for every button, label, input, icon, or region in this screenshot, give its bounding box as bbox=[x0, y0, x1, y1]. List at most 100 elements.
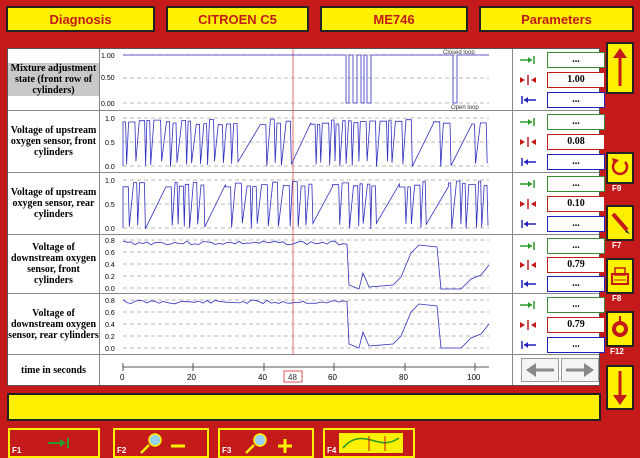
graph-downstream-front: 0.8 0.6 0.4 0.2 0.0 bbox=[101, 235, 511, 294]
y-tick: 1.0 bbox=[105, 178, 115, 185]
value-box-current[interactable]: 0.10 bbox=[547, 196, 605, 212]
f9-key-label: F9 bbox=[612, 184, 622, 193]
value-box-max[interactable]: ... bbox=[547, 176, 605, 192]
value-box-min[interactable]: ... bbox=[547, 92, 605, 108]
edit-button[interactable] bbox=[606, 205, 634, 241]
time-axis-label: time in seconds bbox=[8, 355, 100, 385]
go-to-start-icon[interactable] bbox=[519, 218, 537, 230]
row-label: Voltage of upstream oxygen sensor, front… bbox=[8, 111, 100, 172]
f4-key-label: F4 bbox=[327, 446, 337, 455]
zoom-in-button[interactable]: F3 bbox=[218, 428, 314, 458]
graph-row-upstream-rear: Voltage of upstream oxygen sensor, rear … bbox=[8, 173, 605, 235]
go-to-end-icon[interactable] bbox=[519, 54, 537, 66]
value-box-max[interactable]: ... bbox=[547, 52, 605, 68]
zoom-out-button[interactable]: F2 bbox=[113, 428, 209, 458]
compress-icon[interactable] bbox=[519, 259, 537, 271]
compress-icon[interactable] bbox=[519, 198, 537, 210]
y-tick: 0.0 bbox=[105, 346, 115, 353]
scroll-up-button[interactable] bbox=[606, 42, 634, 94]
graph-row-upstream-front: Voltage of upstream oxygen sensor, front… bbox=[8, 111, 605, 173]
graph-row-downstream-front: Voltage of downstream oxygen sensor, fro… bbox=[8, 235, 605, 294]
compress-icon[interactable] bbox=[519, 319, 537, 331]
graph-panel: Mixture adjustment state (front row of c… bbox=[7, 48, 605, 386]
vehicle-label: CITROEN C5 bbox=[198, 11, 277, 27]
go-to-end-icon[interactable] bbox=[519, 116, 537, 128]
value-box-min[interactable]: ... bbox=[547, 154, 605, 170]
y-tick: 0.4 bbox=[105, 262, 115, 269]
value-box-max[interactable]: ... bbox=[547, 297, 605, 313]
row-label: Voltage of downstream oxygen sensor, rea… bbox=[8, 294, 100, 354]
graph-view-button[interactable]: F4 bbox=[323, 428, 415, 458]
refresh-button[interactable] bbox=[606, 152, 634, 184]
f7-key-label: F7 bbox=[612, 241, 622, 250]
go-to-start-icon[interactable] bbox=[519, 278, 537, 290]
f1-button[interactable]: F1 bbox=[8, 428, 100, 458]
compress-icon[interactable] bbox=[519, 136, 537, 148]
refresh-icon bbox=[611, 158, 629, 176]
go-to-start-icon[interactable] bbox=[519, 339, 537, 351]
compress-icon[interactable] bbox=[519, 74, 537, 86]
scroll-controls bbox=[512, 355, 599, 385]
y-tick: 0.2 bbox=[105, 274, 115, 281]
y-tick: 0.2 bbox=[105, 334, 115, 341]
signal-trace bbox=[122, 240, 490, 290]
y-tick: 1.00 bbox=[101, 53, 115, 60]
parameters-button[interactable]: Parameters bbox=[479, 6, 634, 32]
value-box-current[interactable]: 0.79 bbox=[547, 317, 605, 333]
value-box-max[interactable]: ... bbox=[547, 114, 605, 130]
value-box-current[interactable]: 0.79 bbox=[547, 257, 605, 273]
value-box-current[interactable]: 1.00 bbox=[547, 72, 605, 88]
graph-row-mixture: Mixture adjustment state (front row of c… bbox=[8, 49, 605, 111]
cursor-time-value: 48 bbox=[288, 373, 297, 382]
arrow-left-icon bbox=[526, 363, 554, 377]
y-tick: 0.5 bbox=[105, 202, 115, 209]
y-tick: 0.0 bbox=[105, 164, 115, 171]
y-tick: 0.5 bbox=[105, 140, 115, 147]
value-box-min[interactable]: ... bbox=[547, 337, 605, 353]
signal-trace bbox=[123, 54, 489, 104]
y-tick: 0.0 bbox=[105, 226, 115, 233]
print-icon bbox=[611, 267, 629, 285]
print-button[interactable] bbox=[606, 258, 634, 294]
row-label: Voltage of downstream oxygen sensor, fro… bbox=[8, 235, 100, 293]
y-tick: 0.6 bbox=[105, 250, 115, 257]
go-to-end-icon[interactable] bbox=[519, 178, 537, 190]
vehicle-button[interactable]: CITROEN C5 bbox=[166, 6, 309, 32]
scroll-right-button[interactable] bbox=[561, 358, 599, 382]
graph-mixture: 1.00 0.50 0.00 Closed loop Open loop bbox=[101, 49, 511, 111]
f12-key-label: F12 bbox=[610, 347, 624, 356]
graph-upstream-rear: 1.0 0.5 0.0 bbox=[101, 173, 511, 235]
go-to-start-icon[interactable] bbox=[519, 156, 537, 168]
scroll-left-button[interactable] bbox=[521, 358, 559, 382]
x-tick: 20 bbox=[187, 373, 196, 382]
ecu-label: ME746 bbox=[373, 11, 415, 27]
row-controls: ... 0.79 ... bbox=[512, 235, 605, 293]
record-button[interactable] bbox=[606, 311, 634, 347]
x-tick: 100 bbox=[467, 373, 481, 382]
y-tick: 0.50 bbox=[101, 75, 115, 82]
row-controls: ... 0.08 ... bbox=[512, 111, 605, 172]
y-tick: 0.0 bbox=[105, 286, 115, 293]
graph-upstream-front: 1.0 0.5 0.0 bbox=[101, 111, 511, 173]
row-controls: ... 1.00 ... bbox=[512, 49, 605, 110]
f1-key-label: F1 bbox=[12, 446, 22, 455]
diagnosis-button[interactable]: Diagnosis bbox=[6, 6, 155, 32]
go-to-end-icon[interactable] bbox=[519, 299, 537, 311]
x-tick: 40 bbox=[258, 373, 267, 382]
record-icon bbox=[612, 316, 628, 337]
arrow-up-icon bbox=[613, 48, 627, 86]
x-tick: 60 bbox=[328, 373, 337, 382]
pencil-icon bbox=[611, 212, 630, 234]
arrow-down-icon bbox=[613, 371, 627, 405]
value-box-current[interactable]: 0.08 bbox=[547, 134, 605, 150]
value-box-min[interactable]: ... bbox=[547, 216, 605, 232]
y-tick: 0.00 bbox=[101, 101, 115, 108]
arrow-right-icon bbox=[566, 363, 594, 377]
value-box-max[interactable]: ... bbox=[547, 238, 605, 254]
value-box-min[interactable]: ... bbox=[547, 276, 605, 292]
go-to-end-icon[interactable] bbox=[519, 240, 537, 252]
go-to-start-icon[interactable] bbox=[519, 94, 537, 106]
f3-key-label: F3 bbox=[222, 446, 232, 455]
ecu-button[interactable]: ME746 bbox=[320, 6, 468, 32]
scroll-down-button[interactable] bbox=[606, 365, 634, 410]
